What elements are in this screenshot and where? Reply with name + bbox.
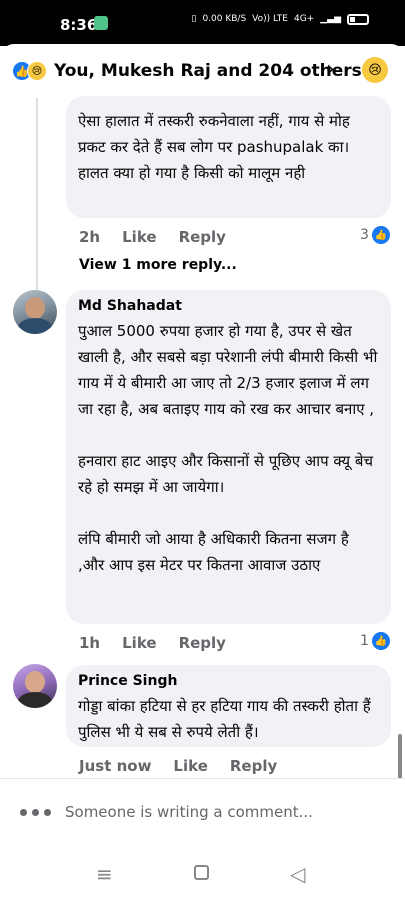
status-icons: ▯ 0.00 KB/S Vo)) LTE 4G+ ▁▃▅: [191, 14, 369, 25]
home-icon[interactable]: [194, 865, 209, 880]
chevron-right-icon[interactable]: ›: [326, 57, 335, 82]
avatar[interactable]: [13, 290, 57, 334]
like-icon: 👍: [371, 226, 390, 244]
reaction-count-number: 1: [360, 633, 369, 649]
like-button[interactable]: Like: [122, 228, 156, 246]
recent-apps-icon[interactable]: ≡: [96, 862, 113, 886]
back-icon[interactable]: ◁: [290, 862, 305, 886]
typing-dots-icon: [20, 809, 51, 816]
comment-bubble[interactable]: Md Shahadat पुआल 5000 रुपया हजार हो गया …: [66, 290, 391, 624]
net-speed: 0.00 KB/S: [202, 14, 247, 24]
signal-icon: ▁▃▅: [320, 14, 341, 24]
comment-time: Just now: [79, 757, 152, 775]
react-sad-button[interactable]: 😢: [362, 57, 388, 83]
screen: 8:36 ▯ 0.00 KB/S Vo)) LTE 4G+ ▁▃▅ 👍 😢 Yo…: [0, 0, 405, 900]
comment-time: 1h: [79, 634, 101, 652]
status-bar: 8:36 ▯ 0.00 KB/S Vo)) LTE 4G+ ▁▃▅: [0, 0, 405, 46]
typing-indicator: Someone is writing a comment...: [0, 778, 405, 848]
comment-text: गोड्डा बांका हटिया से हर हटिया गाय की तस…: [78, 697, 371, 741]
reactions-header[interactable]: 👍 😢 You, Mukesh Raj and 204 others › 😢: [0, 44, 405, 98]
reaction-count[interactable]: 1 👍: [360, 632, 390, 650]
reply-button[interactable]: Reply: [179, 228, 226, 246]
like-icon: 👍: [371, 632, 390, 650]
thread-line: [36, 98, 38, 298]
comment-time: 2h: [79, 228, 101, 246]
reactions-summary[interactable]: You, Mukesh Raj and 204 others: [54, 61, 362, 81]
network-label: 4G+: [293, 14, 315, 24]
like-button[interactable]: Like: [122, 634, 156, 652]
reaction-count[interactable]: 3 👍: [360, 226, 390, 244]
app-notification-icon: [94, 16, 108, 30]
comment-author[interactable]: Md Shahadat: [78, 298, 379, 314]
typing-indicator-text: Someone is writing a comment...: [65, 803, 313, 821]
comment-text: पुआल 5000 रुपया हजार हो गया है, उपर से ख…: [78, 322, 378, 574]
system-nav-bar: ≡ ◁: [0, 848, 405, 900]
comments-sheet: 👍 😢 You, Mukesh Raj and 204 others › 😢 ऐ…: [0, 44, 405, 848]
view-more-replies[interactable]: View 1 more reply...: [79, 257, 237, 273]
comment-bubble[interactable]: ऐसा हालात में तस्करी रुकनेवाला नहीं, गाय…: [66, 96, 391, 218]
comment-bubble[interactable]: Prince Singh गोड्डा बांका हटिया से हर हट…: [66, 665, 391, 747]
reply-button[interactable]: Reply: [230, 757, 277, 775]
reaction-count-number: 3: [360, 227, 369, 243]
reaction-icons: 👍 😢: [12, 61, 47, 81]
volte-label: Vo)) LTE: [252, 14, 288, 24]
sad-reaction-icon: 😢: [27, 61, 47, 81]
comment-actions: Just now Like Reply: [79, 757, 299, 775]
battery-icon: [347, 14, 369, 25]
status-time: 8:36: [60, 16, 98, 34]
comment-actions: 2h Like Reply: [79, 228, 248, 246]
comment-text: ऐसा हालात में तस्करी रुकनेवाला नहीं, गाय…: [78, 112, 350, 182]
avatar[interactable]: [13, 664, 57, 708]
reply-button[interactable]: Reply: [179, 634, 226, 652]
vibrate-icon: ▯: [191, 14, 197, 24]
comment-actions: 1h Like Reply: [79, 634, 248, 652]
like-button[interactable]: Like: [173, 757, 207, 775]
comment-author[interactable]: Prince Singh: [78, 673, 379, 689]
